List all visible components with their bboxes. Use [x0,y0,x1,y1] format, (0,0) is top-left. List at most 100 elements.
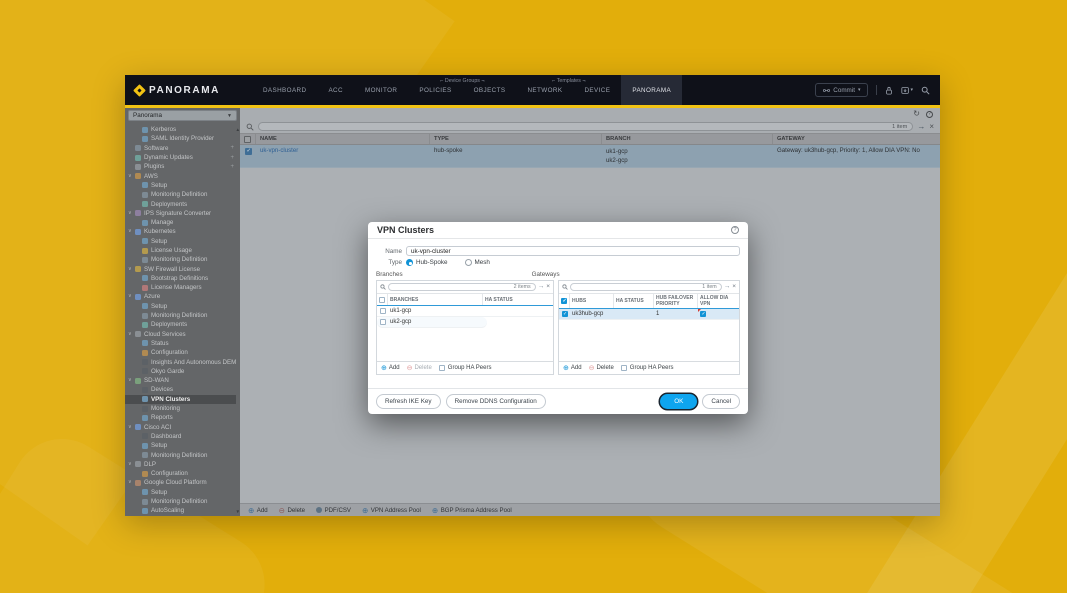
sidebar-item-dynamic-updates[interactable]: Dynamic Updates+ [125,153,236,162]
apply-filter-icon[interactable]: → [538,284,545,290]
select-all-checkbox[interactable] [244,136,251,143]
sidebar-item-aws[interactable]: ∨AWS [125,171,236,180]
sidebar-item-sd-wan[interactable]: ∨SD-WAN [125,376,236,385]
refresh-icon[interactable]: ↻ [913,110,920,118]
sidebar-item-vpn-clusters[interactable]: VPN Clusters [125,395,236,404]
sidebar-item-monitoring-definition[interactable]: Monitoring Definition [125,255,236,264]
vpn-cluster-link[interactable]: uk-vpn-cluster [260,147,298,154]
gateway-row-uk3hub-gcp[interactable]: uk3hub-gcp1 [559,309,739,320]
bgp-prisma-address-pool-button[interactable]: ⊕BGP Prisma Address Pool [432,507,512,514]
column-header-gateway[interactable]: GATEWAY [773,134,940,144]
clear-filter-icon[interactable]: × [929,123,934,131]
sidebar-item-monitoring-definition[interactable]: Monitoring Definition [125,450,236,459]
column-header-name[interactable]: NAME [256,134,430,144]
ok-button[interactable]: OK [660,394,697,409]
group-ha-peers-checkbox[interactable]: Group HA Peers [621,365,674,371]
help-icon[interactable]: ? [926,111,933,118]
scroll-up-icon[interactable]: ▲ [235,127,240,132]
branch-row-uk1-gcp[interactable]: uk1-gcp [377,306,553,317]
clear-filter-icon[interactable]: × [732,284,736,290]
delete-button[interactable]: ⊖Delete [589,365,614,372]
nav-item-monitor[interactable]: MONITOR [354,75,408,105]
pdf-csv-button[interactable]: PDF/CSV [316,507,351,514]
help-icon[interactable]: ? [731,226,739,234]
sidebar-item-software[interactable]: Software+ [125,144,236,153]
scope-select[interactable]: Panorama ▼ [128,110,237,121]
nav-item-panorama[interactable]: PANORAMA [621,75,682,105]
table-row[interactable]: uk-vpn-cluster hub-spoke uk1-gcp uk2-gcp… [240,145,940,168]
sidebar-item-cloud-services[interactable]: ∨Cloud Services [125,330,236,339]
sidebar-item-insights-and-autonomous-dem[interactable]: Insights And Autonomous DEM [125,357,236,366]
sidebar-item-google-cloud-platform[interactable]: ∨Google Cloud Platform [125,478,236,487]
sidebar-item-setup[interactable]: Setup [125,237,236,246]
sidebar-item-deployments[interactable]: Deployments [125,199,236,208]
sidebar-item-sw-firewall-license[interactable]: ∨SW Firewall License [125,264,236,273]
sidebar-item-reports[interactable]: Reports [125,413,236,422]
column-header-ha-status[interactable]: HA STATUS [483,294,553,305]
sidebar-item-dlp[interactable]: ∨DLP [125,460,236,469]
allow-dia-vpn-checkbox[interactable] [700,311,706,317]
expand-plus-icon[interactable]: + [230,155,236,161]
radio-mesh[interactable]: Mesh [465,259,490,266]
sidebar-item-monitoring-definition[interactable]: Monitoring Definition [125,190,236,199]
branches-search-input[interactable]: 2 items [388,283,536,291]
sidebar-item-license-usage[interactable]: License Usage [125,246,236,255]
sidebar-item-azure[interactable]: ∨Azure [125,292,236,301]
sidebar-item-monitoring-definition[interactable]: Monitoring Definition [125,497,236,506]
branch-row-uk2-gcp[interactable]: uk2-gcp [377,317,487,328]
apply-filter-icon[interactable]: → [724,284,731,290]
column-header-type[interactable]: TYPE [430,134,602,144]
delete-button[interactable]: ⊖Delete [279,507,305,514]
sidebar-item-setup[interactable]: Setup [125,441,236,450]
radio-hub-spoke[interactable]: Hub-Spoke [406,259,448,266]
sidebar-item-configuration[interactable]: Configuration [125,469,236,478]
sidebar-item-kerberos[interactable]: Kerberos [125,125,236,134]
sidebar-item-monitoring[interactable]: Monitoring [125,404,236,413]
commit-button[interactable]: Commit ▾ [815,83,868,97]
cancel-button[interactable]: Cancel [702,394,740,409]
expand-plus-icon[interactable]: + [230,145,236,151]
add-button[interactable]: ⊕Add [248,507,268,514]
sidebar-item-setup[interactable]: Setup [125,302,236,311]
save-export-icon[interactable]: ▾ [901,86,913,95]
sidebar-item-devices[interactable]: Devices [125,385,236,394]
name-input[interactable] [406,246,740,256]
sidebar-item-kubernetes[interactable]: ∨Kubernetes [125,227,236,236]
nav-item-dashboard[interactable]: DASHBOARD [252,75,318,105]
vpn-address-pool-button[interactable]: ⊕VPN Address Pool [362,507,421,514]
column-header-ha-status[interactable]: HA STATUS [614,294,654,308]
refresh-ike-key-button[interactable]: Refresh IKE Key [376,394,441,409]
sidebar-item-autoscaling[interactable]: AutoScaling [125,506,236,515]
row-checkbox[interactable] [562,311,568,317]
sidebar-item-cisco-aci[interactable]: ∨Cisco ACI [125,423,236,432]
column-header-hubs[interactable]: HUBS [570,294,614,308]
add-button[interactable]: ⊕Add [563,365,582,372]
row-checkbox[interactable] [380,319,386,325]
sidebar-item-plugins[interactable]: Plugins+ [125,162,236,171]
sidebar-item-saml-identity-provider[interactable]: SAML Identity Provider [125,134,236,143]
sidebar-item-ips-signature-converter[interactable]: ∨IPS Signature Converter [125,209,236,218]
sidebar-item-okyo-garde[interactable]: Okyo Garde [125,367,236,376]
column-header-hub-failover-priority[interactable]: HUB FAILOVER PRIORITY [654,294,698,308]
sidebar-item-monitoring-definition[interactable]: Monitoring Definition [125,311,236,320]
sidebar-item-deployments[interactable]: Deployments [125,320,236,329]
apply-filter-icon[interactable]: → [917,123,925,131]
row-checkbox[interactable] [245,148,252,155]
nav-item-acc[interactable]: ACC [317,75,354,105]
sidebar-item-dashboard[interactable]: Dashboard [125,432,236,441]
add-button[interactable]: ⊕Add [381,365,400,372]
scroll-down-icon[interactable]: ▼ [235,509,240,514]
column-header-branch[interactable]: BRANCH [602,134,773,144]
sidebar-item-setup[interactable]: Setup [125,488,236,497]
column-header-allow-dia-vpn[interactable]: ALLOW DIA VPN [698,294,739,308]
select-all-checkbox[interactable] [561,298,567,304]
expand-plus-icon[interactable]: + [230,164,236,170]
select-all-checkbox[interactable] [379,297,385,303]
sidebar-item-bootstrap-definitions[interactable]: Bootstrap Definitions [125,274,236,283]
column-header-branches[interactable]: BRANCHES [388,294,483,305]
search-icon[interactable] [921,86,930,95]
main-search-input[interactable]: 1 item [258,122,913,131]
sidebar-item-license-managers[interactable]: License Managers [125,283,236,292]
clear-filter-icon[interactable]: × [546,284,550,290]
sidebar-item-configuration[interactable]: Configuration [125,348,236,357]
